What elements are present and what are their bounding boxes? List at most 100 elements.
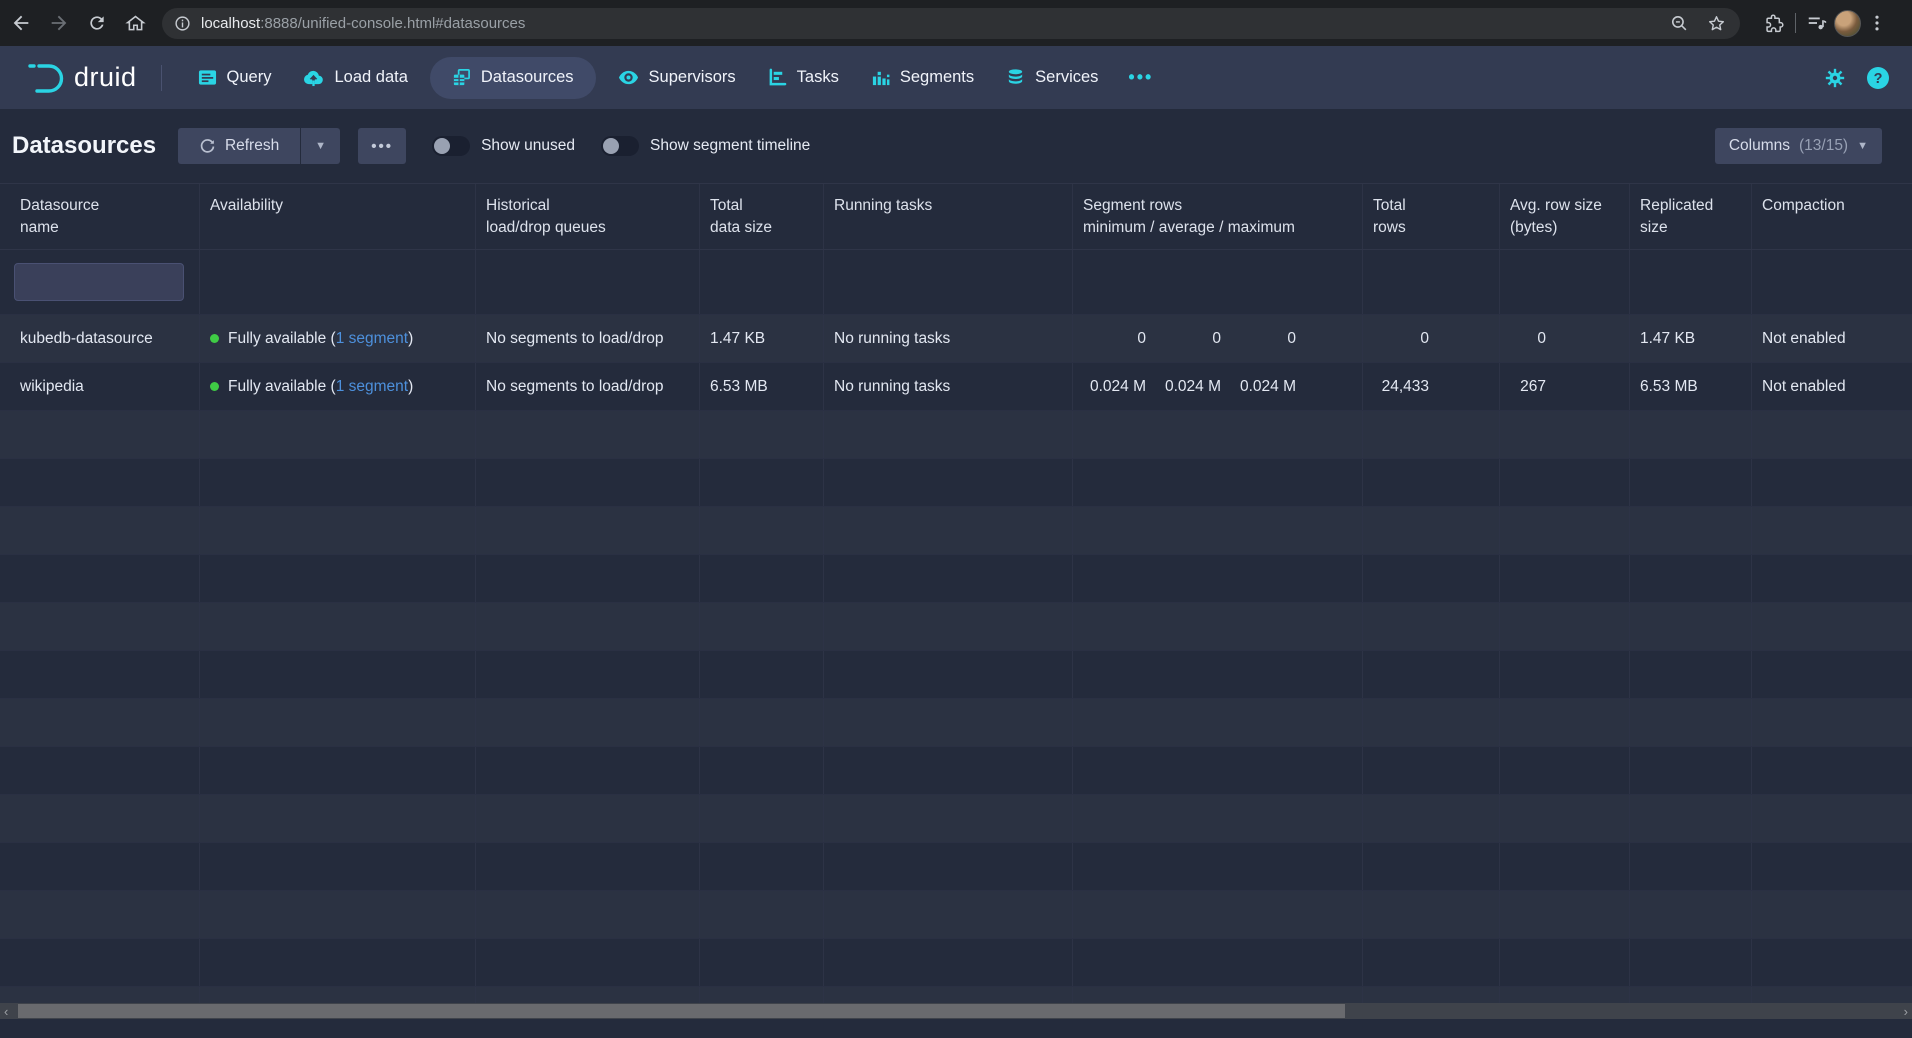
nav-tab-datasources[interactable]: Datasources xyxy=(430,57,596,99)
columns-button[interactable]: Columns (13/15) ▼ xyxy=(1715,128,1882,164)
page-header: Datasources Refresh ▼ ••• Show unused Sh… xyxy=(0,109,1912,183)
zoom-icon[interactable] xyxy=(1670,14,1689,33)
bookmark-star-icon[interactable] xyxy=(1707,14,1726,33)
eye-icon xyxy=(618,68,639,87)
media-controls-icon[interactable] xyxy=(1806,12,1828,34)
col-header-datasource-name[interactable]: Datasourcename xyxy=(0,184,200,249)
segment-rows-cell: 0.024 M 0.024 M 0.024 M xyxy=(1073,363,1363,410)
caret-down-icon: ▼ xyxy=(315,140,326,152)
profile-avatar[interactable] xyxy=(1834,10,1861,37)
forward-icon xyxy=(48,12,70,34)
database-icon xyxy=(1006,68,1025,87)
show-unused-toggle[interactable] xyxy=(432,136,470,156)
back-button[interactable] xyxy=(4,6,38,40)
col-header-availability[interactable]: Availability xyxy=(200,184,476,249)
datasource-name-filter-input[interactable] xyxy=(14,263,184,301)
empty-table-row xyxy=(0,507,1912,555)
total-rows-cell: 24,433 xyxy=(1363,363,1500,410)
gantt-icon xyxy=(768,68,787,87)
forward-button[interactable] xyxy=(42,6,76,40)
nav-tab-query[interactable]: Query xyxy=(182,57,288,99)
avg-row-size-cell: 0 xyxy=(1500,315,1630,362)
table-row-kubedb-datasource[interactable]: kubedb-datasource Fully available (1 seg… xyxy=(0,315,1912,363)
nav-tab-label: Datasources xyxy=(481,68,574,87)
refresh-icon xyxy=(199,138,216,155)
more-actions-button[interactable]: ••• xyxy=(358,128,406,164)
total-data-size-cell: 6.53 MB xyxy=(700,363,824,410)
cloud-upload-icon xyxy=(303,68,324,87)
nav-tab-segments[interactable]: Segments xyxy=(855,57,990,99)
nav-tab-supervisors[interactable]: Supervisors xyxy=(602,57,752,99)
browser-window: localhost:8888/unified-console.html#data… xyxy=(0,0,1912,1038)
nav-more-button[interactable]: ••• xyxy=(1114,67,1167,88)
url-bar[interactable]: localhost:8888/unified-console.html#data… xyxy=(162,8,1740,39)
columns-count: (13/15) xyxy=(1799,137,1848,155)
nav-tab-services[interactable]: Services xyxy=(990,57,1114,99)
col-header-avg-row-size[interactable]: Avg. row size(bytes) xyxy=(1500,184,1630,249)
svg-text:?: ? xyxy=(1874,71,1883,87)
segment-count-link[interactable]: 1 segment xyxy=(336,378,408,395)
empty-table-row xyxy=(0,795,1912,843)
col-header-total-rows[interactable]: Totalrows xyxy=(1363,184,1500,249)
nav-tab-label: Segments xyxy=(900,68,974,87)
home-icon xyxy=(125,13,146,34)
table-row-wikipedia[interactable]: wikipedia Fully available (1 segment) No… xyxy=(0,363,1912,411)
availability-cell: Fully available (1 segment) xyxy=(200,315,476,362)
col-header-segment-rows[interactable]: Segment rowsminimum / average / maximum xyxy=(1073,184,1363,249)
horizontal-scrollbar[interactable]: ‹ › xyxy=(0,1003,1912,1019)
segment-rows-cell: 0 0 0 xyxy=(1073,315,1363,362)
col-header-load-drop[interactable]: Historicalload/drop queues xyxy=(476,184,700,249)
compaction-cell: Not enabled xyxy=(1752,363,1912,410)
settings-gear-icon[interactable] xyxy=(1824,67,1846,89)
page-title: Datasources xyxy=(12,132,156,160)
toolbar-divider xyxy=(1795,13,1796,33)
col-header-total-data-size[interactable]: Totaldata size xyxy=(700,184,824,249)
empty-table-row xyxy=(0,939,1912,987)
nav-tab-label: Query xyxy=(227,68,272,87)
refresh-dropdown-button[interactable]: ▼ xyxy=(301,128,340,164)
refresh-button[interactable]: Refresh xyxy=(178,128,300,164)
refresh-split-button: Refresh ▼ xyxy=(178,128,340,164)
druid-brand[interactable]: druid xyxy=(26,61,137,95)
show-segment-timeline-toggle[interactable] xyxy=(601,136,639,156)
nav-tab-label: Load data xyxy=(334,68,407,87)
show-unused-toggle-group: Show unused xyxy=(432,136,575,156)
empty-table-row xyxy=(0,459,1912,507)
caret-down-icon: ▼ xyxy=(1857,140,1868,152)
available-status-dot xyxy=(210,334,219,343)
reload-button[interactable] xyxy=(80,6,114,40)
nav-tab-label: Tasks xyxy=(797,68,839,87)
col-header-replicated-size[interactable]: Replicatedsize xyxy=(1630,184,1752,249)
nav-divider xyxy=(161,65,162,91)
replicated-size-cell: 6.53 MB xyxy=(1630,363,1752,410)
nav-tab-load-data[interactable]: Load data xyxy=(287,57,423,99)
browser-menu-icon[interactable] xyxy=(1867,13,1887,33)
load-drop-cell: No segments to load/drop xyxy=(476,315,700,362)
scrollbar-thumb[interactable] xyxy=(18,1004,1345,1018)
url-path: :8888/unified-console.html#datasources xyxy=(260,15,525,32)
site-info-icon[interactable] xyxy=(174,15,191,32)
empty-table-row xyxy=(0,699,1912,747)
extensions-icon[interactable] xyxy=(1764,13,1785,34)
toggle-knob xyxy=(603,138,619,154)
home-button[interactable] xyxy=(118,6,152,40)
table-header-row: Datasourcename Availability Historicallo… xyxy=(0,184,1912,250)
columns-label: Columns xyxy=(1729,137,1790,155)
col-header-compaction[interactable]: Compaction xyxy=(1752,184,1912,249)
available-status-dot xyxy=(210,382,219,391)
compaction-cell: Not enabled xyxy=(1752,315,1912,362)
scroll-left-arrow-icon[interactable]: ‹ xyxy=(4,1003,8,1019)
segment-count-link[interactable]: 1 segment xyxy=(336,330,408,347)
filter-row xyxy=(0,250,1912,315)
reload-icon xyxy=(87,13,107,33)
help-icon[interactable]: ? xyxy=(1866,66,1890,90)
nav-tab-label: Services xyxy=(1035,68,1098,87)
bar-chart-icon xyxy=(871,68,890,87)
nav-tab-tasks[interactable]: Tasks xyxy=(752,57,855,99)
total-rows-cell: 0 xyxy=(1363,315,1500,362)
empty-table-row xyxy=(0,987,1912,1003)
datasource-name: wikipedia xyxy=(0,363,200,410)
multi-table-icon xyxy=(452,68,471,87)
col-header-running-tasks[interactable]: Running tasks xyxy=(824,184,1073,249)
scroll-right-arrow-icon[interactable]: › xyxy=(1904,1003,1908,1019)
